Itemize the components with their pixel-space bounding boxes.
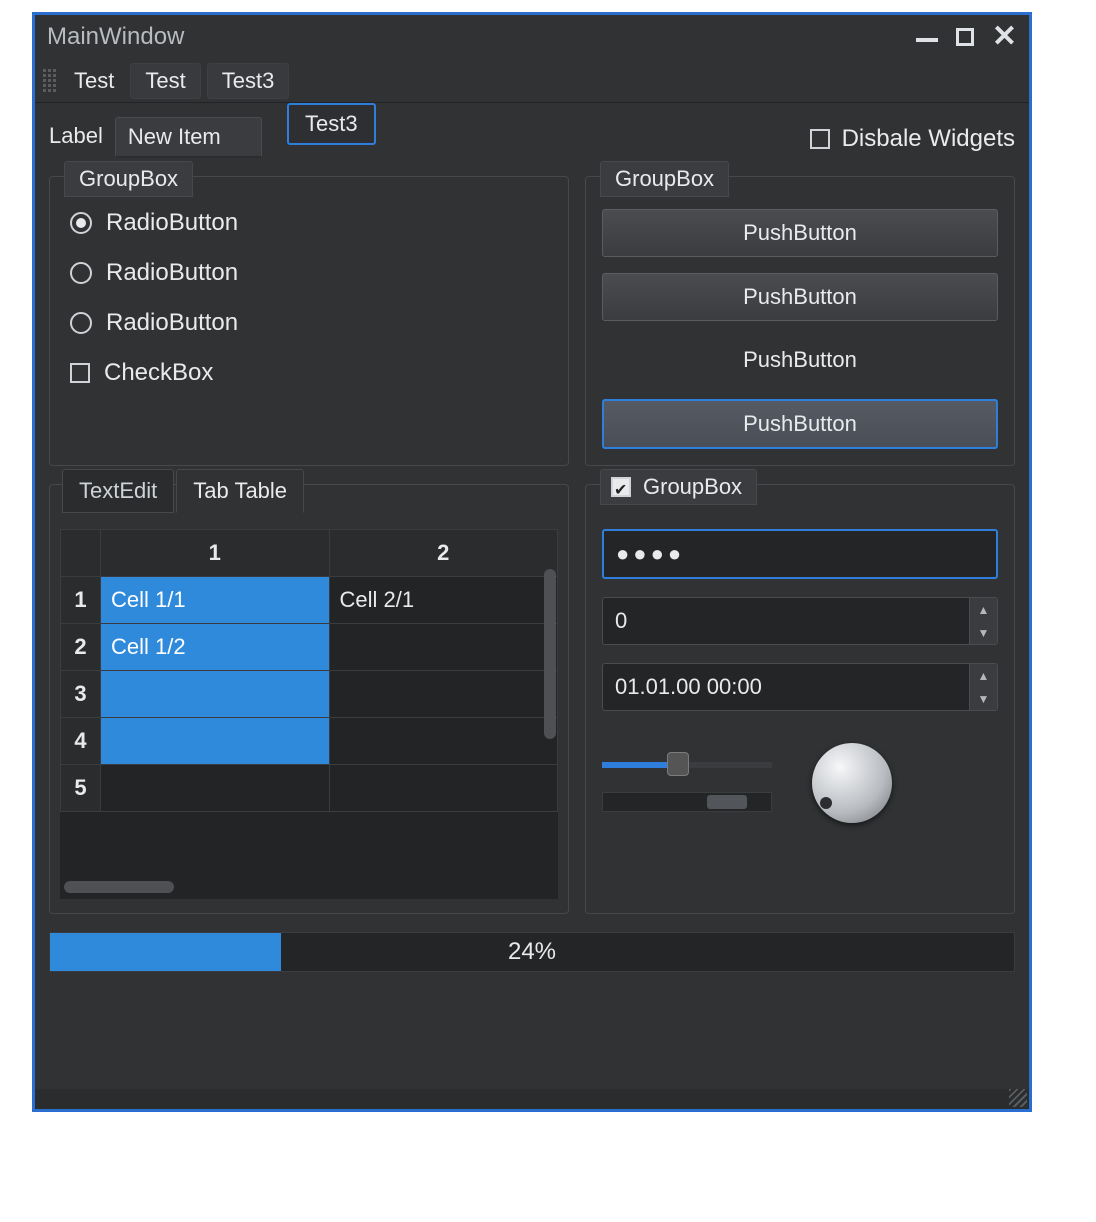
table-view[interactable]: 1 2 1 Cell 1/1 Cell 2/1 2 Cell 1/2 (60, 529, 558, 899)
radiobutton-3-label: RadioButton (106, 309, 238, 337)
table-row-header-1[interactable]: 1 (61, 577, 101, 624)
pushbutton-4-default[interactable]: PushButton (602, 399, 998, 449)
statusbar (35, 1089, 1029, 1109)
cell-1-5[interactable] (101, 765, 330, 812)
main-window: MainWindow ✕ Test Test Test3 Label New I… (32, 12, 1032, 1112)
combo-new-item[interactable]: New Item (115, 117, 262, 158)
pushbutton-1[interactable]: PushButton (602, 209, 998, 257)
table-row: 5 (61, 765, 558, 812)
pushbutton-3-flat[interactable]: PushButton (602, 337, 998, 383)
titlebar[interactable]: MainWindow ✕ (35, 15, 1029, 59)
radiobutton-2[interactable] (70, 262, 92, 284)
radiobutton-3[interactable] (70, 312, 92, 334)
toolbar-item-test-2[interactable]: Test (130, 63, 200, 99)
table-row: 1 Cell 1/1 Cell 2/1 (61, 577, 558, 624)
toolbar-item-test-1[interactable]: Test (64, 64, 124, 98)
groupbox-radio-title: GroupBox (64, 161, 193, 197)
datetime-value[interactable]: 01.01.00 00:00 (603, 664, 969, 710)
table-corner[interactable] (61, 530, 101, 577)
cell-2-3[interactable] (329, 671, 558, 718)
table-row-header-4[interactable]: 4 (61, 718, 101, 765)
groupbox-buttons-title: GroupBox (600, 161, 729, 197)
window-title: MainWindow (47, 23, 184, 51)
table-row-header-3[interactable]: 3 (61, 671, 101, 718)
cell-2-5[interactable] (329, 765, 558, 812)
groupbox-inputs-title[interactable]: GroupBox (600, 469, 757, 505)
password-input[interactable]: ●●●● (602, 529, 998, 579)
dial[interactable] (812, 743, 892, 823)
table-hscrollbar[interactable] (64, 881, 174, 893)
disable-widgets-checkbox[interactable] (810, 129, 830, 149)
label-label: Label (49, 117, 103, 149)
radiobutton-1[interactable] (70, 212, 92, 234)
cell-2-2[interactable] (329, 624, 558, 671)
spinbox-up-icon[interactable]: ▲ (970, 598, 997, 621)
pushbutton-2[interactable]: PushButton (602, 273, 998, 321)
progress-fill (50, 933, 281, 971)
cell-1-3[interactable] (101, 671, 330, 718)
groupbox-inputs-title-label: GroupBox (643, 474, 742, 500)
checkbox-1-label: CheckBox (104, 359, 213, 387)
datetime-up-icon[interactable]: ▲ (970, 664, 997, 687)
radiobutton-1-label: RadioButton (106, 209, 238, 237)
table-row: 4 (61, 718, 558, 765)
maximize-icon[interactable] (956, 28, 974, 46)
horizontal-slider[interactable] (602, 754, 772, 774)
slider-handle-icon[interactable] (667, 752, 689, 776)
toolbar-handle-icon[interactable] (43, 69, 56, 92)
spinbox-down-icon[interactable]: ▼ (970, 621, 997, 644)
datetime-down-icon[interactable]: ▼ (970, 687, 997, 710)
groupbox-radio: GroupBox RadioButton RadioButton RadioBu… (49, 176, 569, 466)
toolbar-item-test3[interactable]: Test3 (207, 63, 290, 99)
groupbox-inputs: GroupBox ●●●● 0 ▲ ▼ 01.01.00 00:00 ▲ ▼ (585, 484, 1015, 914)
groupbox-inputs-checkbox[interactable] (611, 477, 631, 497)
progress-bar: 24% (49, 932, 1015, 972)
table-vscrollbar[interactable] (544, 569, 556, 739)
cell-2-4[interactable] (329, 718, 558, 765)
checkbox-1[interactable] (70, 363, 90, 383)
minimize-icon[interactable] (916, 38, 938, 42)
spinbox-value[interactable]: 0 (603, 598, 969, 644)
floating-tab-test3[interactable]: Test3 (287, 103, 376, 145)
groupbox-buttons: GroupBox PushButton PushButton PushButto… (585, 176, 1015, 466)
close-icon[interactable]: ✕ (992, 22, 1017, 52)
datetime-edit[interactable]: 01.01.00 00:00 ▲ ▼ (602, 663, 998, 711)
table-col-header-2[interactable]: 2 (329, 530, 558, 577)
progress-label: 24% (508, 938, 556, 966)
spinbox[interactable]: 0 ▲ ▼ (602, 597, 998, 645)
table-row: 2 Cell 1/2 (61, 624, 558, 671)
radiobutton-2-label: RadioButton (106, 259, 238, 287)
horizontal-scrollbar[interactable] (602, 792, 772, 812)
size-grip-icon[interactable] (1009, 1089, 1027, 1107)
disable-widgets-label: Disbale Widgets (842, 125, 1015, 153)
cell-1-4[interactable] (101, 718, 330, 765)
toolbar: Test Test Test3 (35, 59, 1029, 103)
cell-2-1[interactable]: Cell 2/1 (329, 577, 558, 624)
cell-1-1[interactable]: Cell 1/1 (101, 577, 330, 624)
tab-table[interactable]: Tab Table (176, 469, 304, 513)
table-row: 3 (61, 671, 558, 718)
tab-textedit[interactable]: TextEdit (62, 469, 174, 513)
table-row-header-5[interactable]: 5 (61, 765, 101, 812)
tab-widget: TextEdit Tab Table 1 2 1 Cell 1/1 Cel (49, 484, 569, 914)
table-col-header-1[interactable]: 1 (101, 530, 330, 577)
table-row-header-2[interactable]: 2 (61, 624, 101, 671)
cell-1-2[interactable]: Cell 1/2 (101, 624, 330, 671)
